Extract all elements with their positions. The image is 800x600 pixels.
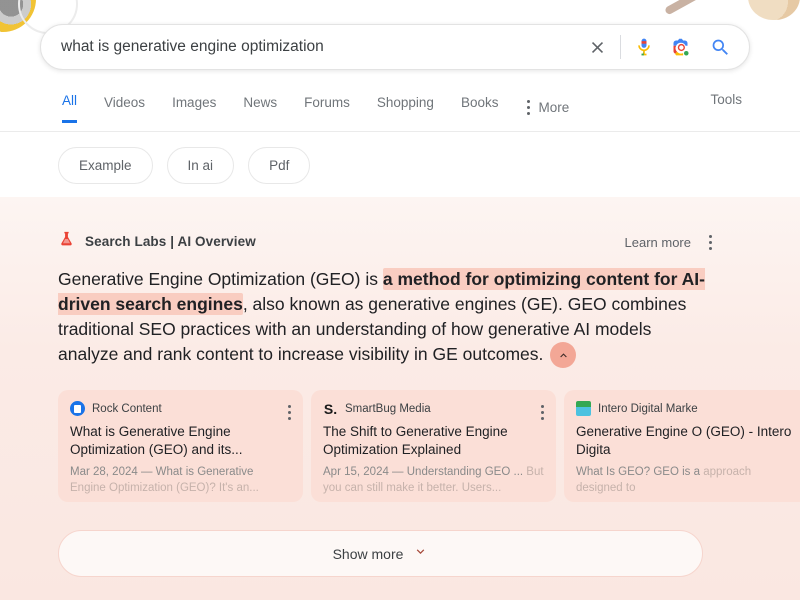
search-divider — [620, 35, 621, 59]
search-input[interactable] — [41, 25, 580, 69]
source-card-snippet: Mar 28, 2024 — What is Generative Engine… — [70, 464, 291, 496]
source-card-menu-icon[interactable] — [539, 402, 546, 423]
flask-icon — [58, 230, 75, 253]
smartbug-favicon: S. — [323, 400, 338, 417]
source-card-header: S. SmartBug Media — [323, 400, 544, 420]
snippet-rest: Engine Optimization (GEO)? It's an... — [70, 482, 259, 494]
source-card-header: Intero Digital Marke — [576, 401, 797, 416]
learn-more-link[interactable]: Learn more — [625, 235, 691, 250]
decorative-stripe — [664, 0, 800, 16]
tab-videos[interactable]: Videos — [104, 94, 145, 122]
snippet-date: Apr 15, 2024 — Understanding GEO ... — [323, 466, 524, 478]
tab-images[interactable]: Images — [172, 94, 216, 122]
ai-overview-menu-icon[interactable] — [707, 232, 714, 253]
chevron-down-icon — [413, 544, 428, 564]
ai-overview-header: Search Labs | AI Overview — [58, 230, 256, 253]
source-card-snippet: Apr 15, 2024 — Understanding GEO ... But… — [323, 464, 544, 496]
tabs-underline — [0, 131, 800, 132]
ai-overview-panel: Search Labs | AI Overview Learn more Gen… — [0, 197, 800, 600]
search-tabs: All Videos Images News Forums Shopping B… — [0, 92, 800, 132]
google-lens-icon[interactable] — [661, 25, 699, 69]
ai-text-part1: Generative Engine Optimization (GEO) is — [58, 269, 383, 289]
chip-in-ai[interactable]: In ai — [166, 147, 235, 184]
snippet-date: What Is GEO? GEO is a — [576, 466, 700, 478]
ai-overview-sources: Rock Content What is Generative Engine O… — [58, 390, 800, 502]
tab-forums[interactable]: Forums — [304, 94, 350, 122]
source-name: SmartBug Media — [345, 402, 431, 415]
decorative-blob — [748, 0, 800, 20]
source-card[interactable]: Rock Content What is Generative Engine O… — [58, 390, 303, 502]
tab-more-label: More — [538, 100, 570, 115]
kebab-menu-icon — [525, 97, 532, 118]
chip-example[interactable]: Example — [58, 147, 153, 184]
chip-pdf[interactable]: Pdf — [248, 147, 311, 184]
source-card-title: What is Generative Engine Optimization (… — [70, 424, 243, 457]
collapse-ai-overview-button[interactable] — [550, 342, 577, 369]
tab-more[interactable]: More — [525, 97, 569, 118]
source-name: Rock Content — [92, 402, 162, 415]
clear-search-icon[interactable] — [580, 25, 614, 69]
source-card-title: The Shift to Generative Engine Optimizat… — [323, 424, 508, 457]
decorative-circle-top-left — [0, 0, 36, 32]
source-card-menu-icon[interactable] — [286, 402, 293, 423]
source-card-title: Generative Engine O (GEO) - Intero Digit… — [576, 424, 792, 457]
microphone-icon[interactable] — [627, 25, 661, 69]
filter-chips: Example In ai Pdf — [58, 147, 311, 184]
source-card[interactable]: Intero Digital Marke Generative Engine O… — [564, 390, 800, 502]
tab-news[interactable]: News — [243, 94, 277, 122]
ai-overview-title: Search Labs | AI Overview — [85, 234, 256, 249]
show-more-button[interactable]: Show more — [58, 530, 703, 577]
source-name: Intero Digital Marke — [598, 402, 698, 415]
tab-books[interactable]: Books — [461, 94, 499, 122]
source-card-snippet: What Is GEO? GEO is a approach designed … — [576, 464, 797, 496]
tools-button[interactable]: Tools — [710, 92, 742, 107]
tab-all[interactable]: All — [62, 92, 78, 123]
source-card[interactable]: S. SmartBug Media The Shift to Generativ… — [311, 390, 556, 502]
search-results-page: All Videos Images News Forums Shopping B… — [0, 0, 800, 600]
ai-overview-text: Generative Engine Optimization (GEO) is … — [58, 267, 713, 369]
source-card-header: Rock Content — [70, 401, 291, 420]
rock-content-favicon — [70, 401, 85, 416]
ai-overview-header-actions: Learn more — [625, 232, 714, 253]
search-submit-icon[interactable] — [699, 25, 741, 69]
search-bar[interactable] — [40, 24, 750, 70]
show-more-label: Show more — [332, 545, 404, 562]
intero-digital-favicon — [576, 401, 591, 416]
tab-shopping[interactable]: Shopping — [377, 94, 434, 122]
snippet-date: Mar 28, 2024 — What is Generative — [70, 466, 254, 478]
